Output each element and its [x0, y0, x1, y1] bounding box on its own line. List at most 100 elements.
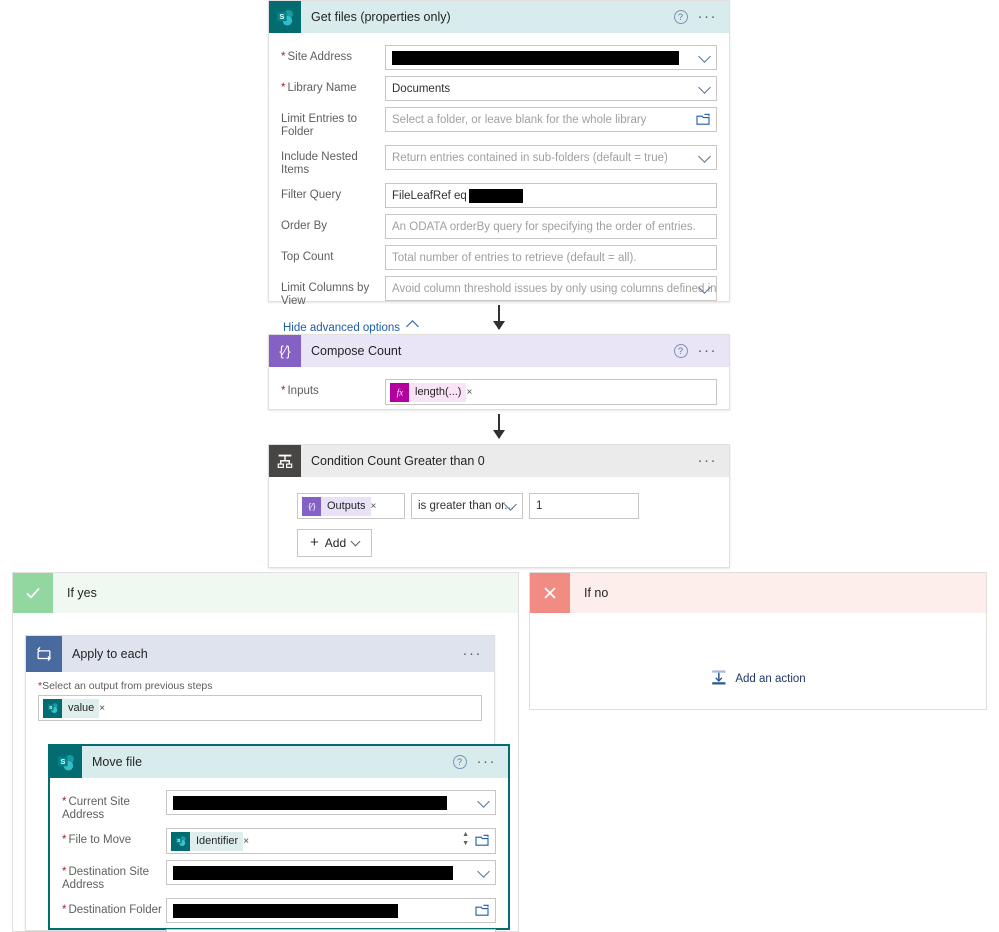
- field-label: Site Address: [281, 45, 385, 64]
- destination-site-address-input[interactable]: [166, 860, 496, 885]
- field-destination-site-address[interactable]: Destination Site Address: [62, 860, 496, 892]
- folder-picker-icon[interactable]: [475, 904, 489, 920]
- site-address-input[interactable]: [385, 45, 717, 70]
- expression-token-length[interactable]: fx length(...) ×: [390, 382, 477, 402]
- action-card-condition[interactable]: Condition Count Greater than 0 ··· {⁄} O…: [268, 444, 730, 568]
- card-title: Apply to each: [72, 647, 148, 661]
- filter-query-input[interactable]: FileLeafRef eq: [385, 183, 717, 208]
- field-limit-entries-to-folder[interactable]: Limit Entries to Folder Select a folder,…: [281, 107, 717, 139]
- card-header-actions[interactable]: ? ···: [452, 754, 509, 769]
- chevron-down-icon[interactable]: [698, 80, 711, 94]
- remove-token-icon[interactable]: ×: [466, 387, 477, 398]
- redaction-bar: [173, 795, 447, 810]
- operator-value: is greater than or...: [418, 500, 514, 512]
- help-icon[interactable]: ?: [673, 344, 688, 358]
- field-current-site-address[interactable]: Current Site Address: [62, 790, 496, 822]
- field-label: Destination Folder: [62, 898, 166, 917]
- field-label: Limit Columns by View: [281, 282, 370, 307]
- top-count-input[interactable]: Total number of entries to retrieve (def…: [385, 245, 717, 270]
- right-operand-value: 1: [536, 500, 543, 512]
- remove-token-icon[interactable]: ×: [99, 703, 110, 714]
- stepper-icon[interactable]: ▲ ▼: [462, 831, 469, 847]
- token-identifier[interactable]: S Identifier ×: [171, 831, 254, 851]
- help-icon[interactable]: ?: [673, 10, 688, 24]
- action-card-get-files[interactable]: S Get files (properties only) ? ··· Site…: [268, 0, 730, 334]
- field-site-address[interactable]: Site Address: [281, 45, 717, 70]
- apply-to-each-output-input[interactable]: S value ×: [38, 695, 482, 721]
- remove-token-icon[interactable]: ×: [243, 836, 254, 847]
- folder-picker-icon[interactable]: [696, 113, 710, 129]
- field-filter-query[interactable]: Filter Query FileLeafRef eq: [281, 183, 717, 208]
- current-site-address-input[interactable]: [166, 790, 496, 815]
- field-placeholder: Return entries contained in sub-folders …: [392, 151, 668, 164]
- field-label: Inputs: [281, 379, 385, 398]
- inputs-token-field[interactable]: fx length(...) ×: [385, 379, 717, 405]
- flow-designer-canvas: S Get files (properties only) ? ··· Site…: [0, 0, 999, 932]
- redaction-bar: [173, 865, 453, 880]
- chevron-down-icon[interactable]: [698, 49, 711, 63]
- condition-operator-dropdown[interactable]: is greater than or...: [411, 493, 523, 519]
- field-order-by[interactable]: Order By An ODATA orderBy query for spec…: [281, 214, 717, 239]
- output-field-label-wrap: *Select an output from previous steps: [38, 680, 213, 692]
- card-header[interactable]: Condition Count Greater than 0 ···: [269, 445, 729, 477]
- field-placeholder: Avoid column threshold issues by only us…: [392, 282, 717, 295]
- field-library-name[interactable]: Library Name Documents: [281, 76, 717, 101]
- stepper-up-icon[interactable]: ▲: [462, 831, 469, 838]
- chevron-down-icon[interactable]: [477, 864, 490, 878]
- card-header[interactable]: {⁄} Compose Count ? ···: [269, 335, 729, 367]
- branch-title: If yes: [67, 586, 97, 600]
- destination-folder-input[interactable]: [166, 898, 496, 923]
- chevron-down-icon[interactable]: [350, 536, 361, 547]
- card-header-actions[interactable]: ? ···: [673, 9, 730, 24]
- card-header[interactable]: S Get files (properties only) ? ···: [269, 1, 729, 33]
- include-nested-items-input[interactable]: Return entries contained in sub-folders …: [385, 145, 717, 170]
- stepper-down-icon[interactable]: ▼: [462, 840, 469, 847]
- token-value[interactable]: S value ×: [43, 698, 110, 718]
- hide-advanced-options-toggle[interactable]: Hide advanced options: [283, 320, 419, 334]
- card-header-actions[interactable]: ? ···: [673, 343, 730, 358]
- action-card-apply-to-each[interactable]: Apply to each ··· *Select an output from…: [25, 635, 510, 932]
- remove-token-icon[interactable]: ×: [371, 501, 382, 512]
- field-placeholder: Select a folder, or leave blank for the …: [392, 113, 647, 126]
- action-card-move-file[interactable]: S Move file ? ··· Current Site Address: [48, 744, 510, 932]
- field-label: Limit Entries to Folder: [281, 113, 358, 138]
- more-menu-icon[interactable]: ···: [477, 754, 497, 769]
- more-menu-icon[interactable]: ···: [698, 343, 718, 358]
- library-name-input[interactable]: Documents: [385, 76, 717, 101]
- card-header[interactable]: S Move file ? ···: [50, 746, 508, 778]
- order-by-input[interactable]: An ODATA orderBy query for specifying th…: [385, 214, 717, 239]
- field-top-count[interactable]: Top Count Total number of entries to ret…: [281, 245, 717, 270]
- field-inputs[interactable]: Inputs fx length(...) ×: [281, 379, 717, 405]
- file-to-move-input[interactable]: S Identifier × ▲ ▼: [166, 828, 496, 854]
- field-limit-columns-by-view[interactable]: Limit Columns by View Avoid column thres…: [281, 276, 717, 308]
- condition-left-operand[interactable]: {⁄} Outputs ×: [297, 493, 405, 519]
- more-menu-icon[interactable]: ···: [698, 9, 718, 24]
- field-destination-folder[interactable]: Destination Folder: [62, 898, 496, 923]
- chevron-down-icon[interactable]: [477, 794, 490, 808]
- help-icon[interactable]: ?: [452, 755, 467, 769]
- token-outputs[interactable]: {⁄} Outputs ×: [302, 496, 382, 516]
- field-file-to-move[interactable]: File to Move S: [62, 828, 496, 854]
- card-header-actions[interactable]: ···: [698, 453, 730, 468]
- sharepoint-icon: S: [171, 831, 190, 851]
- field-label: File to Move: [62, 828, 166, 847]
- compose-icon: {⁄}: [302, 496, 321, 516]
- chevron-down-icon[interactable]: [698, 149, 711, 163]
- add-an-action-button[interactable]: Add an action: [710, 669, 806, 689]
- loop-icon: [26, 636, 62, 672]
- limit-columns-by-view-input[interactable]: Avoid column threshold issues by only us…: [385, 276, 717, 301]
- token-label: Identifier: [190, 831, 244, 851]
- card-header-actions[interactable]: ···: [463, 646, 495, 661]
- card-header[interactable]: Apply to each ···: [26, 636, 494, 672]
- field-include-nested-items[interactable]: Include Nested Items Return entries cont…: [281, 145, 717, 177]
- condition-right-operand[interactable]: 1: [529, 493, 639, 519]
- card-title: Move file: [92, 755, 143, 769]
- folder-picker-icon[interactable]: [475, 834, 489, 850]
- action-card-compose-count[interactable]: {⁄} Compose Count ? ··· Inputs fx: [268, 334, 730, 410]
- more-menu-icon[interactable]: ···: [698, 453, 718, 468]
- limit-entries-to-folder-input[interactable]: Select a folder, or leave blank for the …: [385, 107, 717, 132]
- token-label: value: [62, 698, 100, 718]
- redaction-bar: [392, 50, 679, 65]
- more-menu-icon[interactable]: ···: [463, 646, 483, 661]
- add-condition-button[interactable]: + Add: [297, 529, 373, 557]
